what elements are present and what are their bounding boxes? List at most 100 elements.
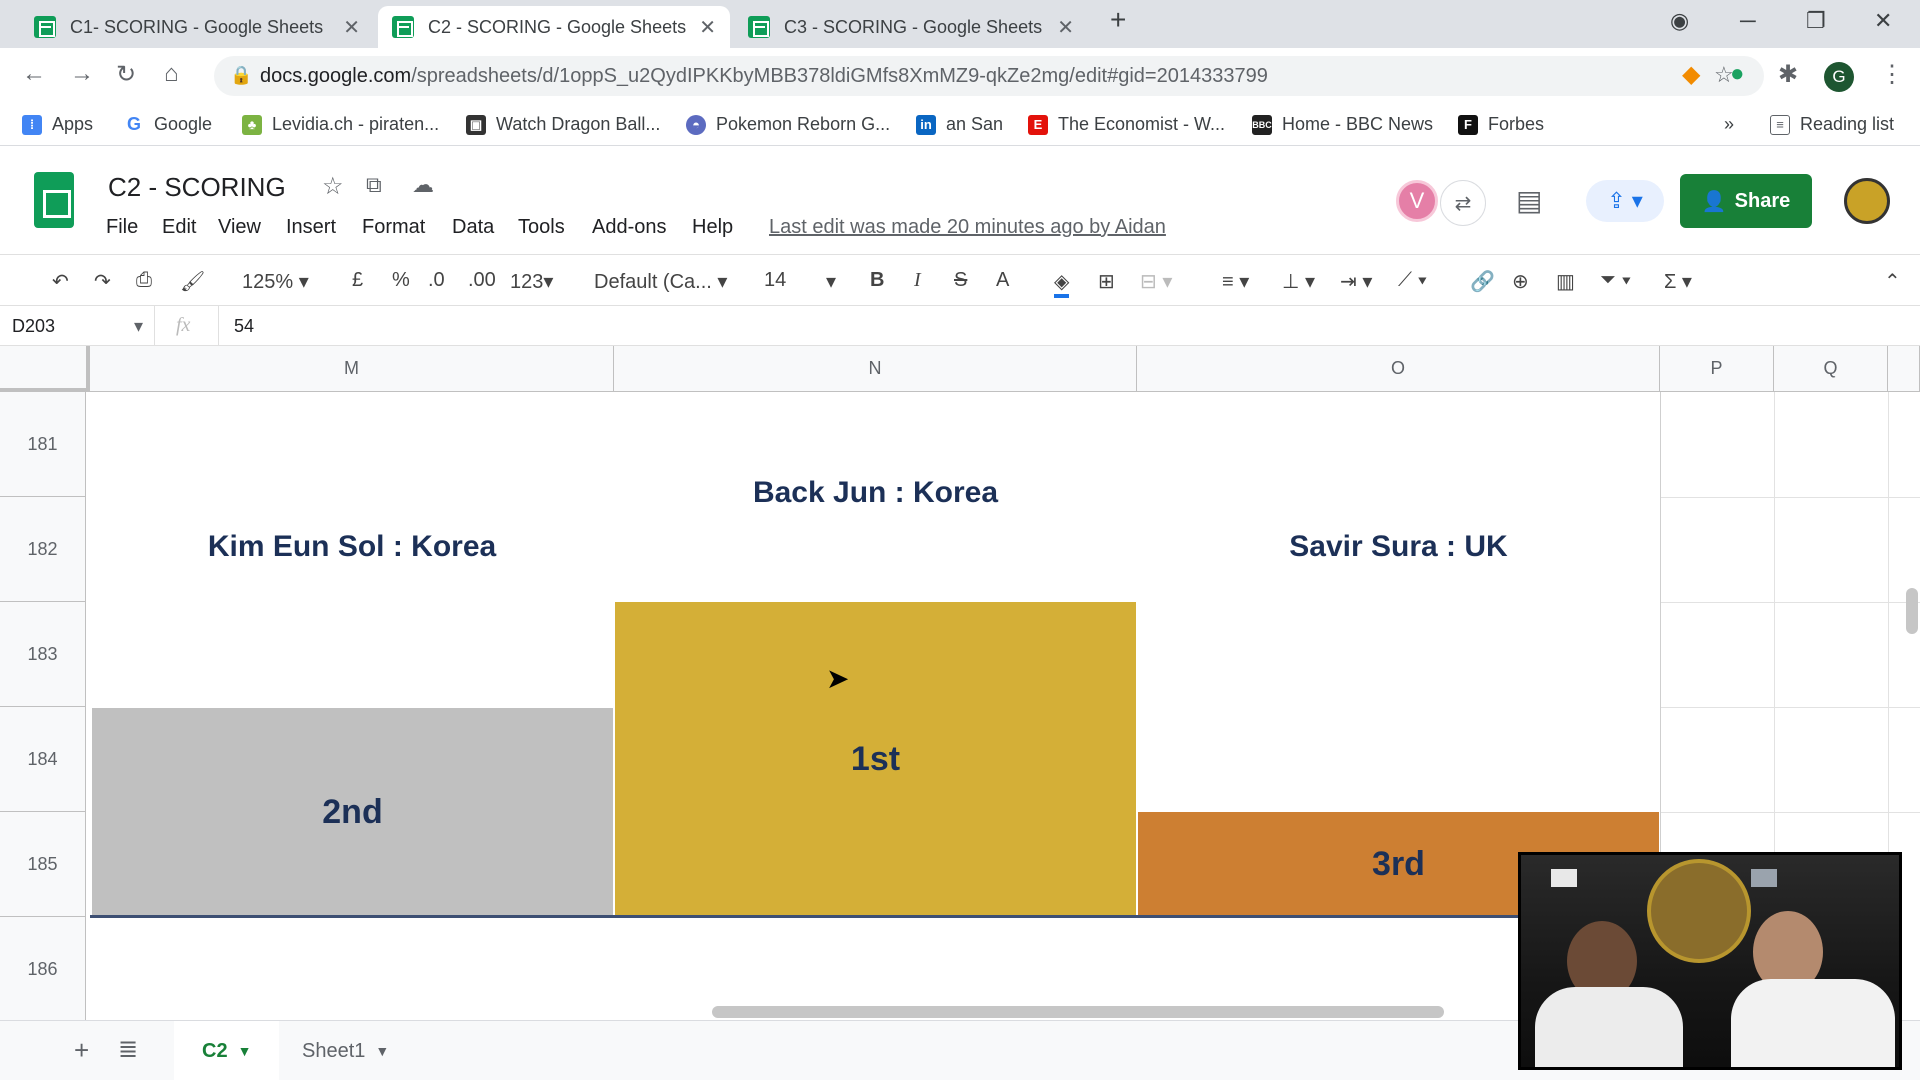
column-header-q[interactable]: Q bbox=[1774, 346, 1888, 392]
bookmarks-overflow-icon[interactable]: » bbox=[1724, 114, 1734, 135]
menu-help[interactable]: Help bbox=[692, 216, 733, 239]
font-size-select[interactable]: 14 ▾ bbox=[764, 269, 840, 293]
second-place-name[interactable]: Kim Eun Sol : Korea bbox=[90, 530, 614, 564]
extension-diamond-icon[interactable]: ◆ bbox=[1682, 60, 1700, 89]
undo-icon[interactable]: ↶ bbox=[52, 269, 69, 294]
menu-addons[interactable]: Add-ons bbox=[592, 216, 667, 239]
column-header-o[interactable]: O bbox=[1137, 346, 1660, 392]
collapse-menus-icon[interactable]: ⌃ bbox=[1884, 269, 1901, 294]
bookmark-linkedin[interactable]: in an San bbox=[916, 114, 1003, 135]
strikethrough-button[interactable]: S bbox=[954, 269, 967, 292]
name-box[interactable]: D203 ▾ bbox=[12, 316, 143, 337]
comments-icon[interactable]: ▤ bbox=[1516, 184, 1542, 217]
collaborator-avatar[interactable]: V bbox=[1396, 180, 1438, 222]
italic-button[interactable]: I bbox=[914, 269, 921, 292]
forward-icon[interactable]: → bbox=[70, 60, 94, 88]
bookmark-apps[interactable]: ⁞ Apps bbox=[22, 114, 93, 135]
present-to-meeting-icon[interactable]: ⇄ bbox=[1440, 180, 1486, 226]
close-tab-icon[interactable]: ✕ bbox=[343, 15, 360, 40]
borders-icon[interactable]: ⊞ bbox=[1098, 269, 1115, 294]
bookmark-bbc[interactable]: BBC Home - BBC News bbox=[1252, 114, 1433, 135]
insert-comment-icon[interactable]: ⊕ bbox=[1512, 269, 1529, 294]
format-percent-button[interactable]: % bbox=[392, 269, 410, 292]
bookmark-levidia[interactable]: ♣ Levidia.ch - piraten... bbox=[242, 114, 439, 135]
horizontal-scrollbar[interactable] bbox=[712, 1006, 1444, 1018]
bookmark-dragonball[interactable]: ▣ Watch Dragon Ball... bbox=[466, 114, 660, 135]
text-rotation-icon[interactable]: ⟋ ▾ bbox=[1398, 269, 1427, 292]
cloud-status-icon[interactable]: ☁ bbox=[412, 172, 434, 198]
font-family-select[interactable]: Default (Ca... ▾ bbox=[594, 269, 727, 294]
first-place-name[interactable]: Back Jun : Korea bbox=[614, 476, 1137, 510]
close-tab-icon[interactable]: ✕ bbox=[1057, 15, 1074, 40]
row-header-185[interactable]: 185 bbox=[0, 812, 86, 917]
first-place-block[interactable]: 1st bbox=[615, 602, 1136, 916]
new-tab-button[interactable]: + bbox=[1110, 4, 1126, 36]
horizontal-align-icon[interactable]: ≡ ▾ bbox=[1222, 269, 1249, 294]
close-tab-icon[interactable]: ✕ bbox=[699, 15, 716, 40]
menu-insert[interactable]: Insert bbox=[286, 216, 336, 239]
back-icon[interactable]: ← bbox=[22, 60, 46, 88]
print-icon[interactable]: ⎙ bbox=[136, 269, 152, 292]
reload-icon[interactable]: ↻ bbox=[116, 60, 136, 89]
decrease-decimal-button[interactable]: .0 bbox=[428, 269, 445, 292]
filter-icon[interactable]: ⏷ ▾ bbox=[1600, 269, 1631, 292]
row-header-186[interactable]: 186 bbox=[0, 917, 86, 1020]
bookmark-pokemon[interactable]: ◓ Pokemon Reborn G... bbox=[686, 114, 890, 135]
sheet-tab-sheet1[interactable]: Sheet1 ▼ bbox=[274, 1021, 417, 1081]
last-edit-link[interactable]: Last edit was made 20 minutes ago by Aid… bbox=[769, 216, 1166, 239]
bookmark-economist[interactable]: E The Economist - W... bbox=[1028, 114, 1225, 135]
text-color-button[interactable]: A bbox=[996, 269, 1009, 292]
present-button-icon[interactable]: ⇪ ▾ bbox=[1586, 180, 1664, 222]
redo-icon[interactable]: ↷ bbox=[94, 269, 111, 294]
more-formats-button[interactable]: 123▾ bbox=[510, 269, 553, 294]
fill-color-icon[interactable]: ◈ bbox=[1054, 269, 1070, 298]
extension-grammarly-icon[interactable]: ● bbox=[1730, 60, 1745, 88]
zoom-select[interactable]: 125% ▾ bbox=[242, 269, 309, 294]
bold-button[interactable]: B bbox=[870, 269, 884, 292]
insert-link-icon[interactable]: 🔗 bbox=[1470, 269, 1495, 294]
menu-file[interactable]: File bbox=[106, 216, 138, 239]
menu-data[interactable]: Data bbox=[452, 216, 494, 239]
add-sheet-icon[interactable]: + bbox=[74, 1035, 89, 1066]
row-header-184[interactable]: 184 bbox=[0, 707, 86, 812]
vertical-align-icon[interactable]: ⊥ ▾ bbox=[1282, 269, 1315, 294]
column-header-r[interactable] bbox=[1888, 346, 1920, 392]
select-all-corner[interactable] bbox=[0, 346, 90, 392]
home-icon[interactable]: ⌂ bbox=[164, 60, 179, 88]
increase-decimal-button[interactable]: .00 bbox=[468, 269, 496, 292]
text-wrapping-icon[interactable]: ⇥ ▾ bbox=[1340, 269, 1372, 294]
format-currency-button[interactable]: £ bbox=[352, 269, 363, 292]
column-header-m[interactable]: M bbox=[90, 346, 614, 392]
merge-cells-icon[interactable]: ⊟ ▾ bbox=[1140, 269, 1172, 294]
insert-chart-icon[interactable]: ▥ bbox=[1556, 269, 1575, 294]
menu-edit[interactable]: Edit bbox=[162, 216, 196, 239]
column-header-n[interactable]: N bbox=[614, 346, 1137, 392]
bookmark-google[interactable]: G Google bbox=[124, 114, 212, 135]
reading-list-button[interactable]: ≡ Reading list bbox=[1770, 114, 1894, 135]
third-place-name[interactable]: Savir Sura : UK bbox=[1137, 530, 1660, 564]
profile-avatar[interactable]: G bbox=[1824, 62, 1854, 92]
menu-format[interactable]: Format bbox=[362, 216, 425, 239]
minimize-icon[interactable]: ─ bbox=[1740, 8, 1756, 34]
paint-format-icon[interactable]: 🖌 bbox=[180, 269, 205, 294]
google-sheets-logo-icon[interactable] bbox=[34, 172, 74, 228]
document-title[interactable]: C2 - SCORING bbox=[108, 172, 286, 203]
extensions-puzzle-icon[interactable]: ✱ bbox=[1778, 60, 1798, 89]
sheet-tab-c2[interactable]: C2 ▼ bbox=[174, 1021, 280, 1081]
bookmark-forbes[interactable]: F Forbes bbox=[1458, 114, 1544, 135]
row-header-183[interactable]: 183 bbox=[0, 602, 86, 707]
account-avatar[interactable] bbox=[1844, 178, 1890, 224]
restore-icon[interactable]: ❐ bbox=[1806, 8, 1826, 34]
row-header-181[interactable]: 181 bbox=[0, 392, 86, 497]
vertical-scrollbar[interactable] bbox=[1906, 588, 1918, 634]
browser-tab-c2[interactable]: C2 - SCORING - Google Sheets ✕ bbox=[378, 6, 730, 48]
share-button[interactable]: 👤 Share bbox=[1680, 174, 1812, 228]
column-header-p[interactable]: P bbox=[1660, 346, 1774, 392]
browser-tab-c3[interactable]: C3 - SCORING - Google Sheets ✕ bbox=[734, 6, 1088, 48]
second-place-block[interactable]: 2nd bbox=[92, 708, 613, 916]
row-header-182[interactable]: 182 bbox=[0, 497, 86, 602]
tab-search-icon[interactable]: ◉ bbox=[1670, 8, 1689, 34]
browser-menu-icon[interactable]: ⋮ bbox=[1880, 60, 1904, 89]
all-sheets-icon[interactable]: ≣ bbox=[118, 1035, 138, 1064]
address-bar[interactable]: 🔒 docs.google.com/spreadsheets/d/1oppS_u… bbox=[214, 56, 1764, 96]
